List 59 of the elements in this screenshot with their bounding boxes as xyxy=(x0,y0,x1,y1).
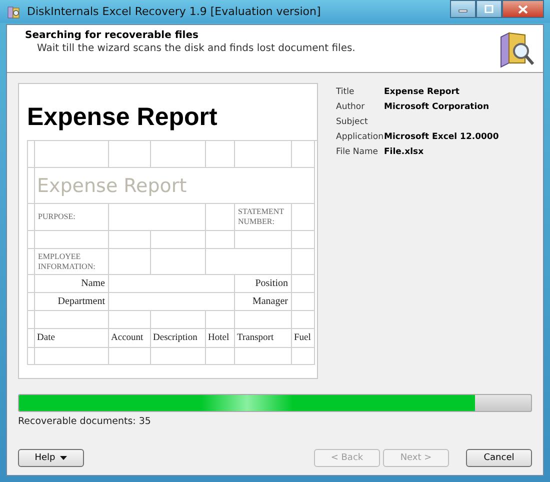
sheet-cell xyxy=(292,204,315,231)
sheet-cell xyxy=(292,348,315,365)
sheet-cell xyxy=(292,293,315,311)
step-description: Wait till the wizard scans the disk and finds lost document files. xyxy=(36,43,356,54)
sheet-cell xyxy=(151,249,206,275)
wizard-button[interactable]: Cancel xyxy=(466,449,532,467)
sheet-cell xyxy=(206,204,235,231)
sheet-cell xyxy=(235,231,292,249)
sheet-cell: STATEMENT NUMBER: xyxy=(235,204,292,231)
status-text: Recoverable documents: 35 xyxy=(18,416,152,427)
close-button[interactable] xyxy=(502,0,544,18)
sheet-cell: Account xyxy=(109,329,151,348)
property-value: Microsoft Excel 12.0000 xyxy=(384,132,499,142)
property-value: File.xlsx xyxy=(384,146,424,156)
sheet-cell: Transport xyxy=(235,329,292,348)
window-title: DiskInternals Excel Recovery 1.9 [Evaluation version] xyxy=(27,5,322,18)
sheet-cell xyxy=(235,311,292,329)
sheet-cell xyxy=(292,231,315,249)
sheet-cell: Manager xyxy=(235,293,292,311)
document-heading: Expense Report xyxy=(27,102,218,132)
sheet-cell xyxy=(206,348,235,365)
help-menu-button[interactable]: Help xyxy=(18,449,84,467)
sheet-cell xyxy=(292,275,315,293)
property-label: File Name xyxy=(336,146,380,156)
sheet-cell: Expense Report xyxy=(35,168,315,204)
sheet-cell: Date xyxy=(35,329,109,348)
maximize-button[interactable] xyxy=(476,0,502,18)
property-label: Author xyxy=(336,102,366,112)
sheet-cell xyxy=(109,231,151,249)
property-value: Microsoft Corporation xyxy=(384,102,490,112)
caret-icon xyxy=(60,456,68,460)
sheet-cell: Description xyxy=(151,329,206,348)
sheet-cell xyxy=(292,311,315,329)
sheet-cell: Name xyxy=(35,275,109,293)
sheet-cell xyxy=(292,249,315,275)
sheet-cell xyxy=(109,348,151,365)
maximize-icon xyxy=(484,5,494,13)
app-icon xyxy=(6,4,22,20)
close-icon xyxy=(518,4,528,14)
sheet-cell: EMPLOYEE INFORMATION: xyxy=(35,249,109,275)
sheet-cell xyxy=(109,311,151,329)
sheet-cell xyxy=(206,311,235,329)
property-label: Application xyxy=(336,132,384,142)
sheet-cell xyxy=(151,311,206,329)
property-label: Subject xyxy=(336,116,369,126)
sheet-cell xyxy=(151,231,206,249)
step-title: Searching for recoverable files xyxy=(25,30,200,41)
sheet-cell: Department xyxy=(35,293,109,311)
sheet-cell xyxy=(206,231,235,249)
minimize-button[interactable] xyxy=(450,0,476,18)
property-label: Title xyxy=(336,86,356,96)
sheet-cell xyxy=(109,249,151,275)
sheet-cell xyxy=(235,348,292,365)
property-value: Expense Report xyxy=(384,86,460,96)
sheet-cell: PURPOSE: xyxy=(35,204,109,231)
sheet-cell xyxy=(151,348,206,365)
sheet-cell: Position xyxy=(235,275,292,293)
sheet-cell: Fuel xyxy=(292,329,315,348)
sheet-cell: Hotel xyxy=(206,329,235,348)
